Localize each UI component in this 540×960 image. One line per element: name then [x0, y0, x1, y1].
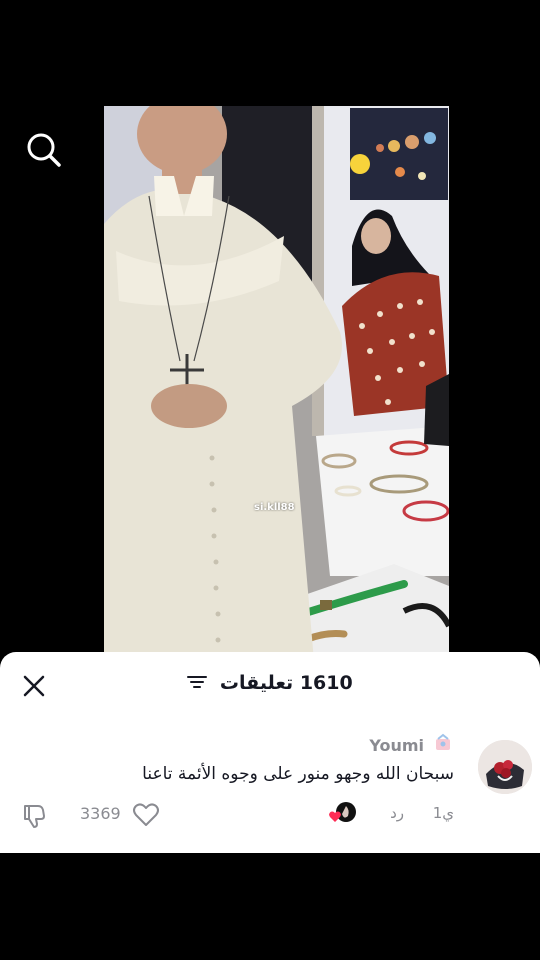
- video-watermark: si.kll88: [254, 502, 295, 513]
- comment-username[interactable]: Youmi: [369, 736, 424, 755]
- like-button[interactable]: [132, 802, 160, 828]
- author-liked-badge: [328, 800, 358, 826]
- thumbs-down-icon: [24, 805, 45, 828]
- comment-time: 1ي: [432, 804, 454, 822]
- comments-count: 1610 تعليقات: [219, 672, 353, 694]
- search-icon: [27, 133, 61, 167]
- liked-heart-icon: [329, 811, 341, 822]
- comments-header: 1610 تعليقات: [0, 672, 540, 695]
- search-button[interactable]: [24, 130, 64, 170]
- user-badge-icon: [432, 732, 454, 754]
- dislike-button[interactable]: [20, 802, 48, 830]
- filter-icon[interactable]: [187, 673, 208, 695]
- like-count: 3369: [80, 804, 121, 823]
- video-player[interactable]: si.kll88: [104, 106, 449, 661]
- video-frame: [104, 106, 449, 661]
- heart-icon: [133, 803, 159, 826]
- comment-text: سبحان الله وجهو منور على وجوه الأئمة تاع…: [142, 764, 454, 784]
- avatar[interactable]: [478, 740, 532, 794]
- reply-button[interactable]: رد: [390, 804, 404, 822]
- comments-panel: 1610 تعليقات Youmi سبحان الله وجهو منور …: [0, 652, 540, 853]
